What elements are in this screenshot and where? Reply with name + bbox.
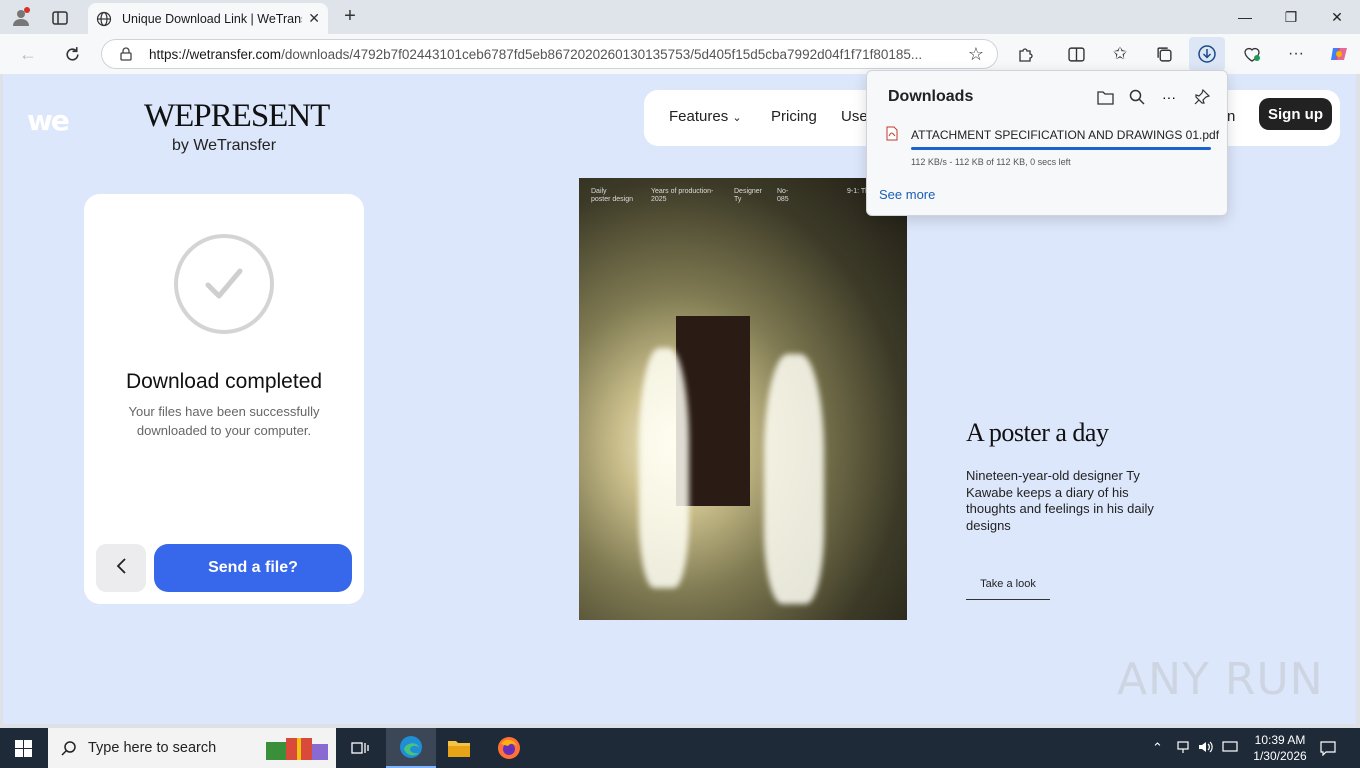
chevron-left-icon (115, 557, 127, 580)
poster-meta: Years of production- 2025 (651, 188, 714, 203)
address-bar[interactable]: https://wetransfer.com/downloads/4792b7f… (101, 39, 998, 69)
split-screen-icon[interactable] (1066, 44, 1086, 64)
close-tab-icon[interactable]: ✕ (308, 10, 320, 27)
tab-title: Unique Download Link | WeTransfer (122, 11, 302, 26)
anyrun-watermark: ANY RUN (1117, 654, 1324, 705)
download-heading: Download completed (125, 370, 323, 393)
file-explorer-icon[interactable] (446, 736, 472, 760)
performance-icon[interactable] (1242, 44, 1262, 64)
signup-button[interactable]: Sign up (1259, 98, 1332, 130)
back-button[interactable] (96, 544, 146, 592)
downloads-panel: Downloads ··· ATTACHMENT SPECIFICATION A… (866, 70, 1228, 216)
open-folder-icon[interactable] (1096, 88, 1114, 106)
brand-subtitle: by WeTransfer (172, 137, 277, 154)
windows-start-icon[interactable] (14, 739, 32, 757)
more-options-icon[interactable]: ··· (1160, 88, 1178, 106)
download-file-name[interactable]: ATTACHMENT SPECIFICATION AND DRAWINGS 01… (911, 128, 1219, 142)
nav-use-cases[interactable]: Use (841, 108, 868, 125)
close-window-button[interactable]: ✕ (1314, 0, 1360, 34)
checkmark-icon (174, 234, 274, 334)
tab-actions-icon[interactable] (50, 8, 70, 28)
copilot-icon[interactable] (1328, 43, 1350, 65)
more-menu-icon[interactable]: ··· (1286, 44, 1306, 64)
search-icon (60, 739, 78, 757)
article-description: Nineteen-year-old designer Ty Kawabe kee… (966, 468, 1154, 533)
taskbar-search[interactable]: Type here to search (48, 728, 336, 768)
system-clock[interactable]: 10:39 AM 1/30/2026 (1244, 732, 1316, 764)
new-tab-icon[interactable]: + (340, 5, 360, 27)
poster-image[interactable]: Daily poster design Years of production- 2… (579, 178, 907, 620)
restore-button[interactable]: ❐ (1268, 0, 1314, 34)
download-progress-bar (911, 147, 1211, 150)
navigation-bar: ← https://wetransfer.com/downloads/4792b… (0, 34, 1360, 74)
extensions-icon[interactable] (1016, 44, 1036, 64)
poster-figure (639, 348, 689, 588)
profile-icon[interactable] (10, 6, 32, 28)
network-icon[interactable] (1176, 740, 1190, 757)
taskbar: Type here to search ⌃ 10:39 AM 1/30/2026 (0, 728, 1360, 768)
tab-active[interactable]: Unique Download Link | WeTransfer ✕ (88, 3, 328, 34)
favorite-star-icon[interactable]: ☆ (966, 44, 986, 64)
favorites-icon[interactable]: ✩ (1110, 44, 1130, 64)
download-card: Download completed Your files have been … (84, 194, 364, 604)
search-placeholder: Type here to search (88, 740, 217, 756)
collections-icon[interactable] (1154, 44, 1174, 64)
poster-figure (764, 354, 824, 604)
task-view-icon[interactable] (350, 738, 370, 758)
download-subtext: Your files have been successfully downlo… (128, 404, 320, 438)
downloads-icon[interactable] (1189, 37, 1225, 71)
firefox-icon[interactable] (496, 735, 522, 761)
article-title[interactable]: A poster a day (966, 418, 1109, 448)
minimize-button[interactable]: — (1222, 0, 1268, 34)
poster-meta: No- 085 (777, 188, 789, 203)
globe-icon (96, 11, 112, 27)
clock-date: 1/30/2026 (1253, 749, 1307, 763)
wepresent-brand[interactable]: WEPRESENT (144, 98, 330, 135)
input-indicator-icon[interactable] (1222, 740, 1238, 757)
nav-features[interactable]: Features ⌄ (669, 108, 742, 125)
tab-strip: Unique Download Link | WeTransfer ✕ + — … (0, 0, 1360, 34)
poster-meta: Daily poster design (591, 188, 634, 203)
chevron-down-icon: ⌄ (732, 112, 742, 124)
gift-icon (262, 734, 332, 762)
back-icon[interactable]: ← (18, 44, 38, 64)
downloads-title: Downloads (888, 88, 974, 105)
refresh-icon[interactable] (62, 44, 82, 64)
search-icon[interactable] (1128, 88, 1146, 106)
notifications-icon[interactable] (1320, 740, 1336, 759)
download-status: 112 KB/s - 112 KB of 112 KB, 0 secs left (911, 157, 1071, 167)
pdf-file-icon (886, 126, 898, 146)
nav-login[interactable]: n (1227, 108, 1235, 125)
pin-icon[interactable] (1193, 88, 1211, 106)
clock-time: 10:39 AM (1254, 733, 1306, 747)
send-file-button[interactable]: Send a file? (154, 544, 352, 592)
url-text: https://wetransfer.com/downloads/4792b7f… (149, 46, 923, 62)
nav-pricing[interactable]: Pricing (771, 108, 817, 125)
take-a-look-link[interactable]: Take a look (966, 578, 1050, 600)
edge-taskbar-icon[interactable] (386, 728, 436, 768)
poster-meta: Designer Ty (734, 188, 763, 203)
volume-icon[interactable] (1198, 740, 1214, 757)
lock-icon[interactable] (118, 46, 134, 62)
chevron-up-icon[interactable]: ⌃ (1152, 740, 1163, 756)
wetransfer-logo[interactable]: we (27, 104, 70, 137)
see-more-link[interactable]: See more (879, 187, 935, 202)
